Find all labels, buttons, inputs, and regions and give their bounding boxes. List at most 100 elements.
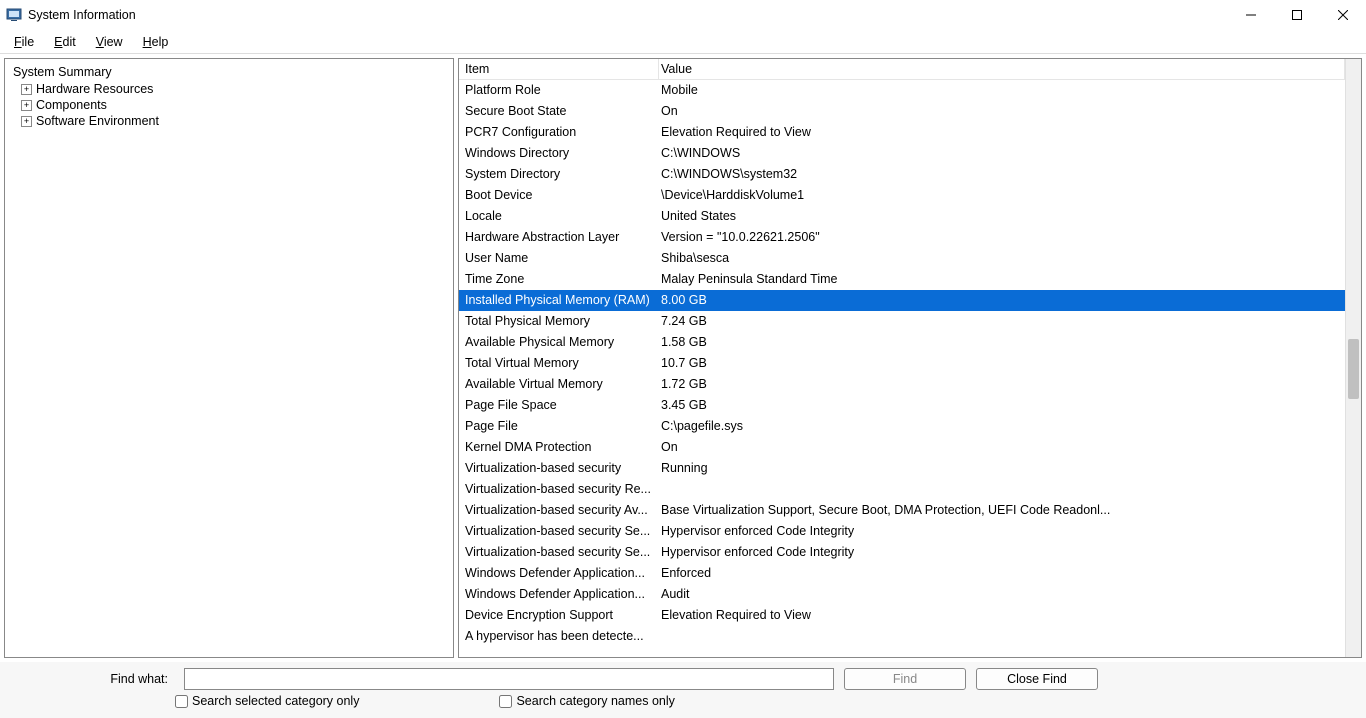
row-item: Device Encryption Support (459, 605, 659, 626)
row-value: 8.00 GB (659, 290, 1345, 311)
tree-item[interactable]: + Components (9, 97, 449, 113)
row-item: Virtualization-based security Av... (459, 500, 659, 521)
details-row[interactable]: Platform RoleMobile (459, 80, 1345, 101)
details-row[interactable]: Time ZoneMalay Peninsula Standard Time (459, 269, 1345, 290)
details-row[interactable]: Kernel DMA ProtectionOn (459, 437, 1345, 458)
row-item: Windows Defender Application... (459, 563, 659, 584)
search-selected-category-checkbox[interactable]: Search selected category only (175, 694, 359, 708)
find-what-input[interactable] (184, 668, 834, 690)
row-value: Hypervisor enforced Code Integrity (659, 521, 1345, 542)
row-item: Installed Physical Memory (RAM) (459, 290, 659, 311)
row-item: Total Virtual Memory (459, 353, 659, 374)
titlebar: System Information (0, 0, 1366, 30)
details-row[interactable]: Virtualization-based security Se...Hyper… (459, 521, 1345, 542)
row-item: PCR7 Configuration (459, 122, 659, 143)
row-item: Page File Space (459, 395, 659, 416)
details-row[interactable]: Device Encryption SupportElevation Requi… (459, 605, 1345, 626)
details-row[interactable]: Secure Boot StateOn (459, 101, 1345, 122)
details-row[interactable]: Installed Physical Memory (RAM)8.00 GB (459, 290, 1345, 311)
menu-view[interactable]: View (86, 33, 133, 51)
row-item: Secure Boot State (459, 101, 659, 122)
row-item: Windows Defender Application... (459, 584, 659, 605)
minimize-button[interactable] (1228, 0, 1274, 30)
row-value (659, 479, 1345, 500)
details-row[interactable]: Virtualization-based securityRunning (459, 458, 1345, 479)
column-value[interactable]: Value (659, 59, 1345, 79)
details-row[interactable]: Virtualization-based security Se...Hyper… (459, 542, 1345, 563)
window-title: System Information (28, 8, 136, 22)
row-item: Kernel DMA Protection (459, 437, 659, 458)
row-item: User Name (459, 248, 659, 269)
tree-item-label: Software Environment (36, 114, 159, 128)
row-value: Base Virtualization Support, Secure Boot… (659, 500, 1345, 521)
details-list[interactable]: Item Value Platform RoleMobileSecure Boo… (458, 58, 1362, 658)
expand-icon[interactable]: + (21, 116, 32, 127)
row-value: Audit (659, 584, 1345, 605)
row-item: Virtualization-based security (459, 458, 659, 479)
column-item[interactable]: Item (459, 59, 659, 79)
row-item: Hardware Abstraction Layer (459, 227, 659, 248)
row-value: 7.24 GB (659, 311, 1345, 332)
details-row[interactable]: Hardware Abstraction LayerVersion = "10.… (459, 227, 1345, 248)
tree-item[interactable]: + Hardware Resources (9, 81, 449, 97)
row-value: Enforced (659, 563, 1345, 584)
menu-help[interactable]: Help (133, 33, 179, 51)
details-row[interactable]: User NameShiba\sesca (459, 248, 1345, 269)
menu-edit[interactable]: Edit (44, 33, 86, 51)
row-value: Mobile (659, 80, 1345, 101)
details-row[interactable]: Available Physical Memory1.58 GB (459, 332, 1345, 353)
details-row[interactable]: Boot Device\Device\HarddiskVolume1 (459, 185, 1345, 206)
find-what-label: Find what: (78, 672, 168, 686)
details-row[interactable]: Page FileC:\pagefile.sys (459, 416, 1345, 437)
details-row[interactable]: Windows DirectoryC:\WINDOWS (459, 143, 1345, 164)
search-category-names-checkbox[interactable]: Search category names only (499, 694, 674, 708)
tree-item-label: Components (36, 98, 107, 112)
row-value: Malay Peninsula Standard Time (659, 269, 1345, 290)
details-row[interactable]: PCR7 ConfigurationElevation Required to … (459, 122, 1345, 143)
details-row[interactable]: Page File Space3.45 GB (459, 395, 1345, 416)
tree-root-system-summary[interactable]: System Summary (9, 63, 449, 81)
details-row[interactable]: Virtualization-based security Av...Base … (459, 500, 1345, 521)
expand-icon[interactable]: + (21, 100, 32, 111)
close-button[interactable] (1320, 0, 1366, 30)
row-item: A hypervisor has been detecte... (459, 626, 659, 647)
category-tree[interactable]: System Summary + Hardware Resources + Compo… (4, 58, 454, 658)
row-item: Virtualization-based security Re... (459, 479, 659, 500)
tree-item[interactable]: + Software Environment (9, 113, 449, 129)
row-item: Locale (459, 206, 659, 227)
details-row[interactable]: LocaleUnited States (459, 206, 1345, 227)
row-item: Available Physical Memory (459, 332, 659, 353)
row-value: Shiba\sesca (659, 248, 1345, 269)
row-value: Version = "10.0.22621.2506" (659, 227, 1345, 248)
row-value: On (659, 437, 1345, 458)
details-row[interactable]: Windows Defender Application...Enforced (459, 563, 1345, 584)
details-row[interactable]: Virtualization-based security Re... (459, 479, 1345, 500)
details-row[interactable]: Total Virtual Memory10.7 GB (459, 353, 1345, 374)
row-item: Virtualization-based security Se... (459, 542, 659, 563)
details-row[interactable]: A hypervisor has been detecte... (459, 626, 1345, 647)
details-row[interactable]: Windows Defender Application...Audit (459, 584, 1345, 605)
row-item: System Directory (459, 164, 659, 185)
find-button[interactable]: Find (844, 668, 966, 690)
row-value: United States (659, 206, 1345, 227)
scrollbar-vertical[interactable] (1345, 59, 1361, 657)
menu-file[interactable]: File (4, 33, 44, 51)
row-item: Windows Directory (459, 143, 659, 164)
row-value: C:\pagefile.sys (659, 416, 1345, 437)
row-item: Time Zone (459, 269, 659, 290)
row-value: 3.45 GB (659, 395, 1345, 416)
details-row[interactable]: System DirectoryC:\WINDOWS\system32 (459, 164, 1345, 185)
expand-icon[interactable]: + (21, 84, 32, 95)
tree-item-label: Hardware Resources (36, 82, 153, 96)
row-value: Running (659, 458, 1345, 479)
maximize-button[interactable] (1274, 0, 1320, 30)
row-item: Available Virtual Memory (459, 374, 659, 395)
details-header[interactable]: Item Value (459, 59, 1345, 80)
scrollbar-thumb[interactable] (1348, 339, 1359, 399)
row-value (659, 626, 1345, 647)
details-row[interactable]: Available Virtual Memory1.72 GB (459, 374, 1345, 395)
details-row[interactable]: Total Physical Memory7.24 GB (459, 311, 1345, 332)
row-item: Page File (459, 416, 659, 437)
row-value: 10.7 GB (659, 353, 1345, 374)
close-find-button[interactable]: Close Find (976, 668, 1098, 690)
